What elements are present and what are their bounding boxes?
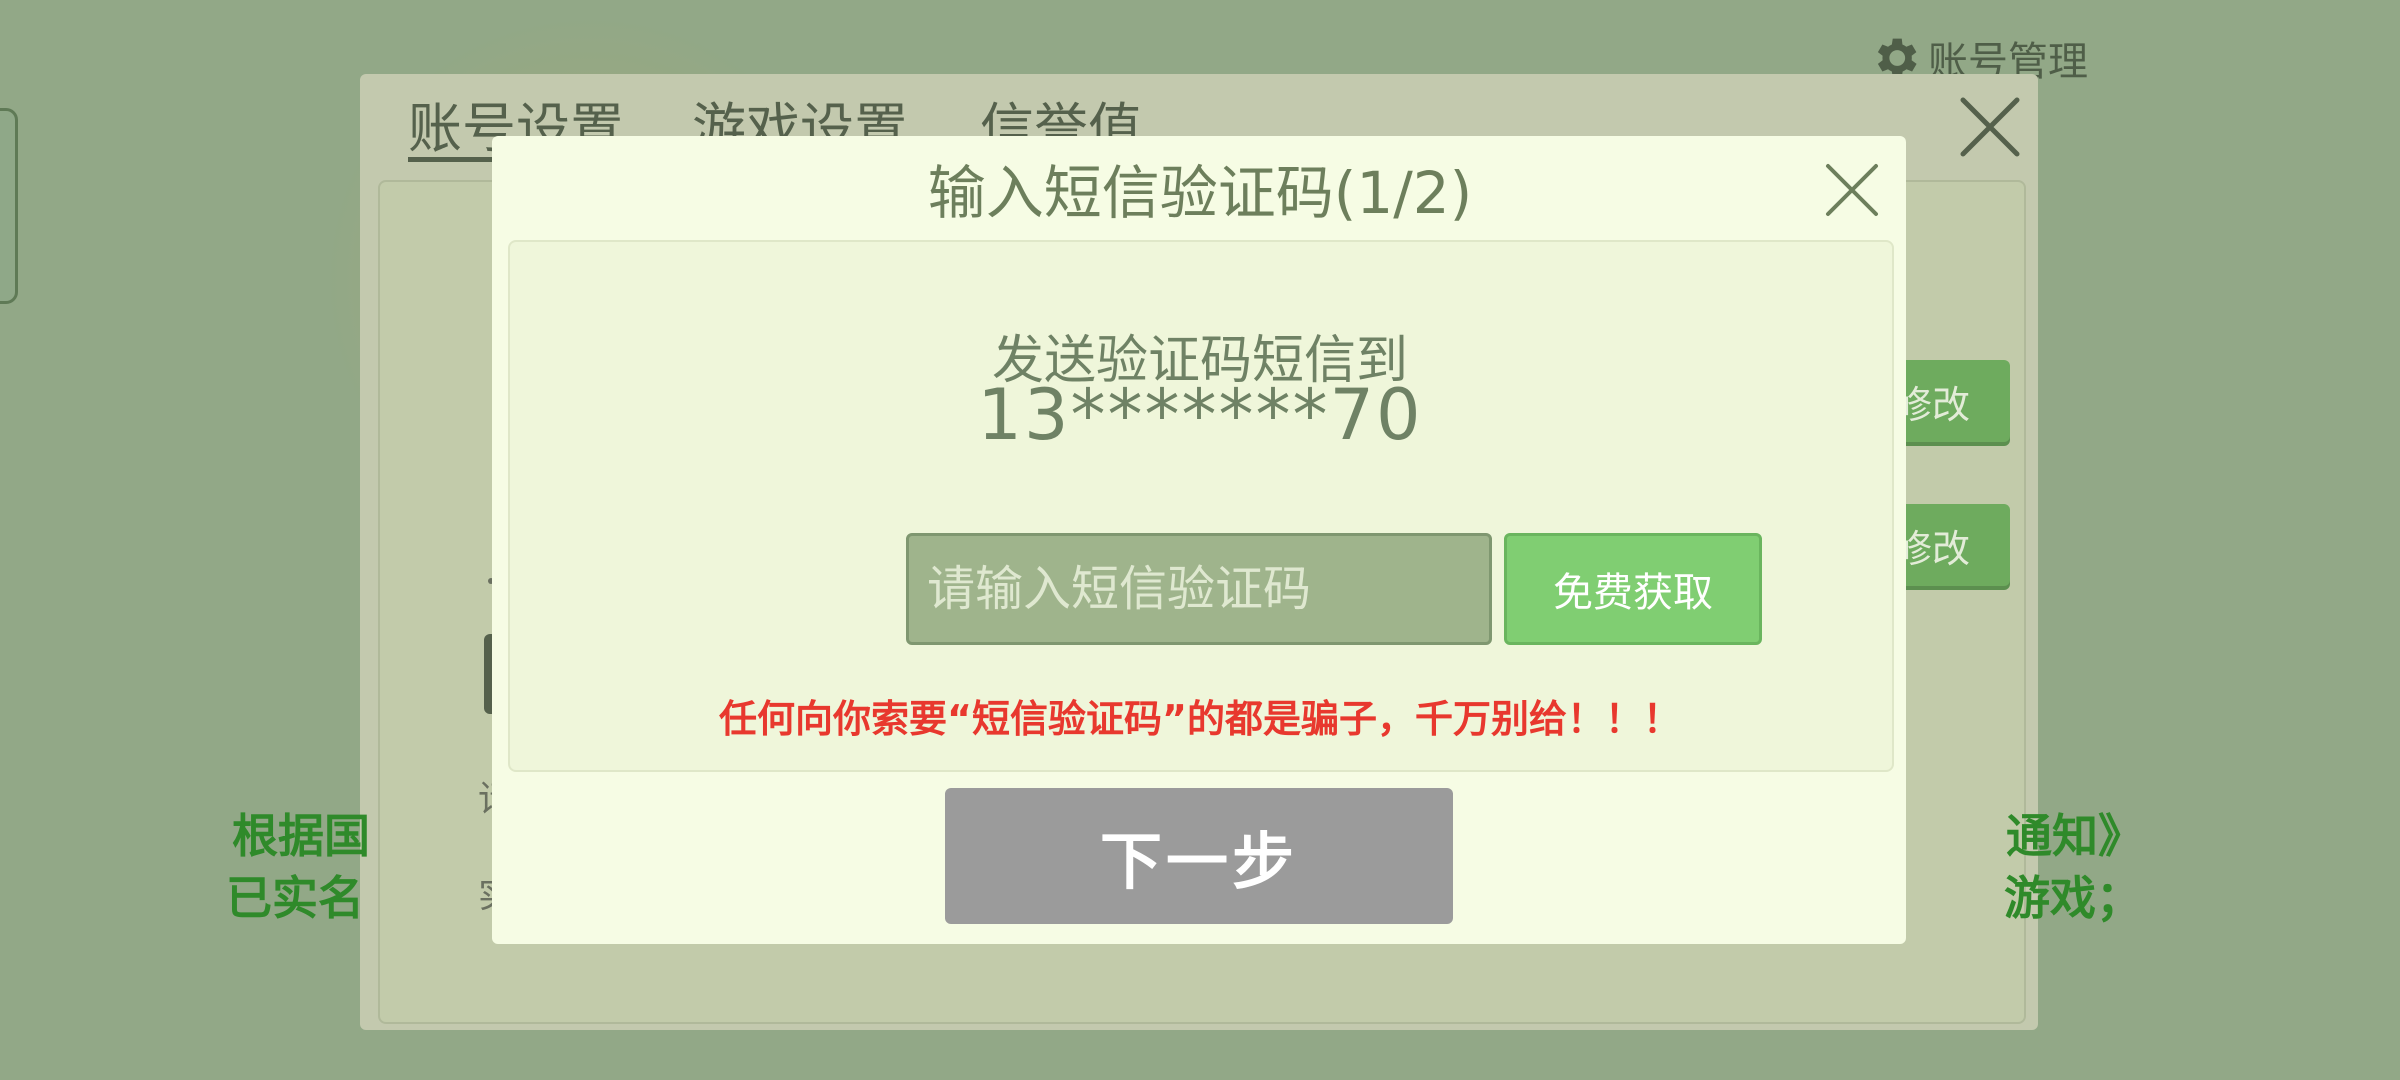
sms-code-input[interactable]: [906, 533, 1492, 645]
scam-warning-text: 任何向你索要“短信验证码”的都是骗子，千万别给！！！: [719, 697, 1681, 741]
notice-text-right-2: 游戏；: [2004, 871, 2142, 925]
notice-text-left-1: 根据国: [232, 809, 370, 863]
masked-phone-number: 13*******70: [977, 374, 1423, 456]
dialog-title: 输入短信验证码(1/2): [927, 159, 1473, 227]
notice-text-left-2: 已实名: [226, 871, 364, 925]
notice-text-right-1: 通知》: [2006, 809, 2144, 863]
dialog-close-icon[interactable]: [1822, 160, 1882, 220]
next-step-button[interactable]: 下一步: [945, 788, 1453, 924]
get-code-button[interactable]: 免费获取: [1504, 533, 1762, 645]
